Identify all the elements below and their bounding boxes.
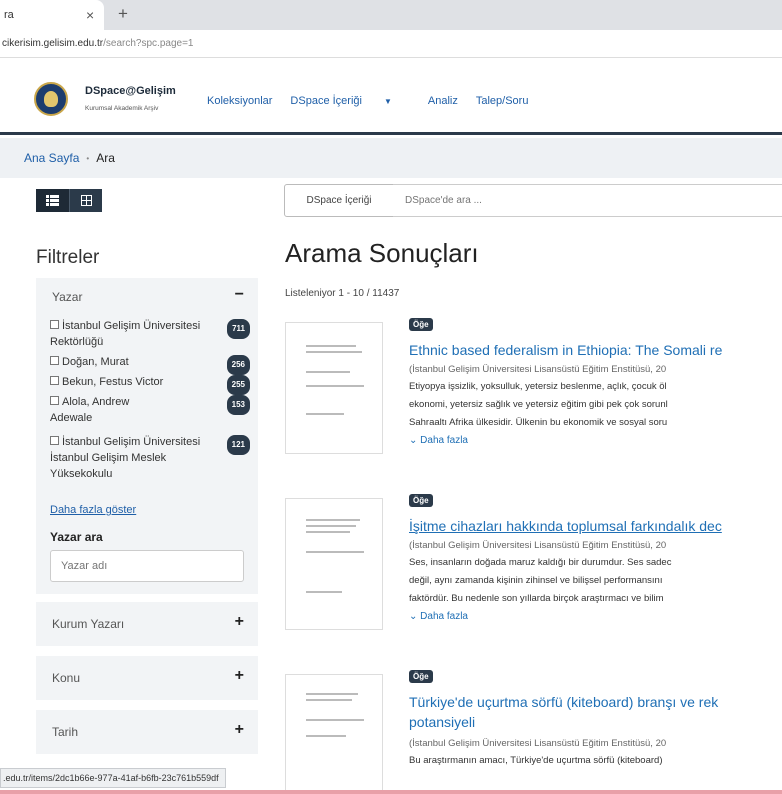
facet-item[interactable]: Bekun, Festus Victor 255 bbox=[50, 374, 250, 395]
facet-count: 711 bbox=[227, 319, 250, 339]
grid-icon bbox=[80, 195, 92, 206]
filter-label: Kurum Yazarı bbox=[52, 617, 125, 631]
collapse-icon[interactable]: − bbox=[235, 286, 244, 304]
chevron-down-icon: ⌄ bbox=[409, 435, 418, 446]
breadcrumb-current: Ara bbox=[96, 151, 115, 165]
filter-konu[interactable]: Konu + bbox=[36, 656, 258, 700]
facet-count: 153 bbox=[226, 395, 250, 415]
url-path: /search?spc.page=1 bbox=[103, 38, 194, 49]
filter-label: Tarih bbox=[52, 725, 79, 739]
brand-title[interactable]: DSpace@Gelişim bbox=[85, 85, 176, 97]
type-badge: Öğe bbox=[409, 670, 433, 683]
new-tab-icon[interactable]: + bbox=[118, 4, 128, 24]
result-abstract-line: Etiyopya işsizlik, yoksulluk, yetersiz b… bbox=[409, 381, 667, 392]
author-search-label: Yazar ara bbox=[50, 530, 103, 544]
result-abstract-line: Ses, insanların doğada maruz kaldığı bir… bbox=[409, 557, 672, 568]
tab-title: ra bbox=[4, 9, 14, 21]
filter-yazar: Yazar − İstanbul Gelişim Üniversitesi Re… bbox=[36, 278, 258, 594]
show-more-link[interactable]: Daha fazla göster bbox=[50, 504, 136, 516]
nav-analiz[interactable]: Analiz bbox=[428, 95, 458, 107]
breadcrumb-home[interactable]: Ana Sayfa bbox=[24, 151, 79, 165]
filter-yazar-label[interactable]: Yazar bbox=[52, 290, 82, 304]
search-input[interactable] bbox=[393, 184, 782, 217]
result-item: Öğe İşitme cihazları hakkında toplumsal … bbox=[285, 494, 782, 654]
search-scope-button[interactable]: DSpace İçeriği bbox=[284, 184, 394, 217]
url-host: cikerisim.gelisim.edu.tr bbox=[2, 38, 104, 49]
result-abstract-line: değil, aynı zamanda kişinin zihinsel ve … bbox=[409, 575, 663, 586]
result-abstract-line: ekonomi, yetersiz sağlık ve yetersiz eği… bbox=[409, 399, 668, 410]
result-item: Öğe Türkiye'de uçurtma sörfü (kiteboard)… bbox=[285, 670, 782, 794]
checkbox[interactable] bbox=[50, 376, 59, 385]
result-meta: (İstanbul Gelişim Üniversitesi Lisansüst… bbox=[409, 364, 667, 375]
result-abstract-line: faktördür. Bu nedenle son yıllarda birço… bbox=[409, 593, 664, 604]
expand-icon[interactable]: + bbox=[235, 721, 244, 739]
main-nav: Koleksiyonlar DSpace İçeriği ▼ Analiz Tal… bbox=[207, 95, 546, 107]
facet-count: 121 bbox=[226, 435, 250, 455]
results-count: Listeleniyor 1 - 10 / 11437 bbox=[285, 288, 400, 299]
checkbox[interactable] bbox=[50, 436, 59, 445]
expand-icon[interactable]: + bbox=[235, 667, 244, 685]
site-header: DSpace@Gelişim Kurumsal Akademik Arşiv K… bbox=[0, 58, 782, 135]
nav-talep-soru[interactable]: Talep/Soru bbox=[476, 95, 529, 107]
thumbnail[interactable] bbox=[285, 498, 383, 630]
more-link[interactable]: ⌄ Daha fazla bbox=[409, 611, 468, 622]
facet-item[interactable]: Doğan, Murat 256 bbox=[50, 354, 250, 375]
expand-icon[interactable]: + bbox=[235, 613, 244, 631]
result-meta: (İstanbul Gelişim Üniversitesi Lisansüst… bbox=[409, 738, 667, 749]
thumbnail[interactable] bbox=[285, 322, 383, 454]
results-title: Arama Sonuçları bbox=[285, 238, 479, 268]
author-search-input[interactable] bbox=[50, 550, 244, 582]
list-view-button[interactable] bbox=[36, 189, 69, 212]
result-title[interactable]: İşitme cihazları hakkında toplumsal fark… bbox=[409, 516, 782, 536]
more-link[interactable]: ⌄ Daha fazla bbox=[409, 435, 468, 446]
facet-item[interactable]: İstanbul Gelişim Üniversitesi Rektörlüğü… bbox=[50, 318, 250, 352]
filters-title: Filtreler bbox=[36, 247, 100, 268]
result-title[interactable]: Ethnic based federalism in Ethiopia: The… bbox=[409, 340, 782, 360]
result-item: Öğe Ethnic based federalism in Ethiopia:… bbox=[285, 318, 782, 478]
result-meta: (İstanbul Gelişim Üniversitesi Lisansüst… bbox=[409, 540, 667, 551]
result-abstract-line: Sahraaltı Afrika ülkesidir. Ülkenin bu e… bbox=[409, 417, 668, 428]
checkbox[interactable] bbox=[50, 320, 59, 329]
facet-count: 256 bbox=[226, 355, 250, 375]
filter-kurum-yazari[interactable]: Kurum Yazarı + bbox=[36, 602, 258, 646]
logo-icon[interactable] bbox=[34, 82, 68, 116]
type-badge: Öğe bbox=[409, 494, 433, 507]
thumbnail[interactable] bbox=[285, 674, 383, 794]
chevron-down-icon: ▼ bbox=[383, 97, 392, 106]
nav-dspace-icerigi[interactable]: DSpace İçeriği ▼ bbox=[290, 95, 409, 107]
breadcrumb-separator: • bbox=[86, 153, 90, 163]
facet-item[interactable]: Alola, Andrew Adewale 153 bbox=[50, 394, 250, 428]
address-bar[interactable]: cikerisim.gelisim.edu.tr/search?spc.page… bbox=[0, 30, 782, 58]
chevron-down-icon: ⌄ bbox=[409, 611, 418, 622]
filter-label: Konu bbox=[52, 671, 81, 685]
grid-view-button[interactable] bbox=[69, 189, 102, 212]
nav-koleksiyonlar[interactable]: Koleksiyonlar bbox=[207, 95, 272, 107]
status-link-preview: .edu.tr/items/2dc1b66e-977a-41af-b6fb-23… bbox=[0, 768, 226, 788]
bottom-border bbox=[0, 790, 782, 794]
filter-tarih[interactable]: Tarih + bbox=[36, 710, 258, 754]
brand-subtitle: Kurumsal Akademik Arşiv bbox=[85, 105, 159, 112]
facet-item[interactable]: İstanbul Gelişim Üniversitesi İstanbul G… bbox=[50, 434, 250, 486]
view-toggle bbox=[36, 189, 102, 212]
close-icon[interactable]: × bbox=[86, 7, 94, 23]
list-icon bbox=[46, 195, 59, 206]
result-title[interactable]: Türkiye'de uçurtma sörfü (kiteboard) bra… bbox=[409, 692, 782, 732]
browser-tab-bar: ra × + bbox=[0, 0, 782, 30]
checkbox[interactable] bbox=[50, 396, 59, 405]
facet-count: 255 bbox=[226, 375, 250, 395]
checkbox[interactable] bbox=[50, 356, 59, 365]
result-abstract-line: Bu araştırmanın amacı, Türkiye'de uçurtm… bbox=[409, 755, 663, 766]
breadcrumb: Ana Sayfa • Ara bbox=[0, 138, 782, 178]
type-badge: Öğe bbox=[409, 318, 433, 331]
